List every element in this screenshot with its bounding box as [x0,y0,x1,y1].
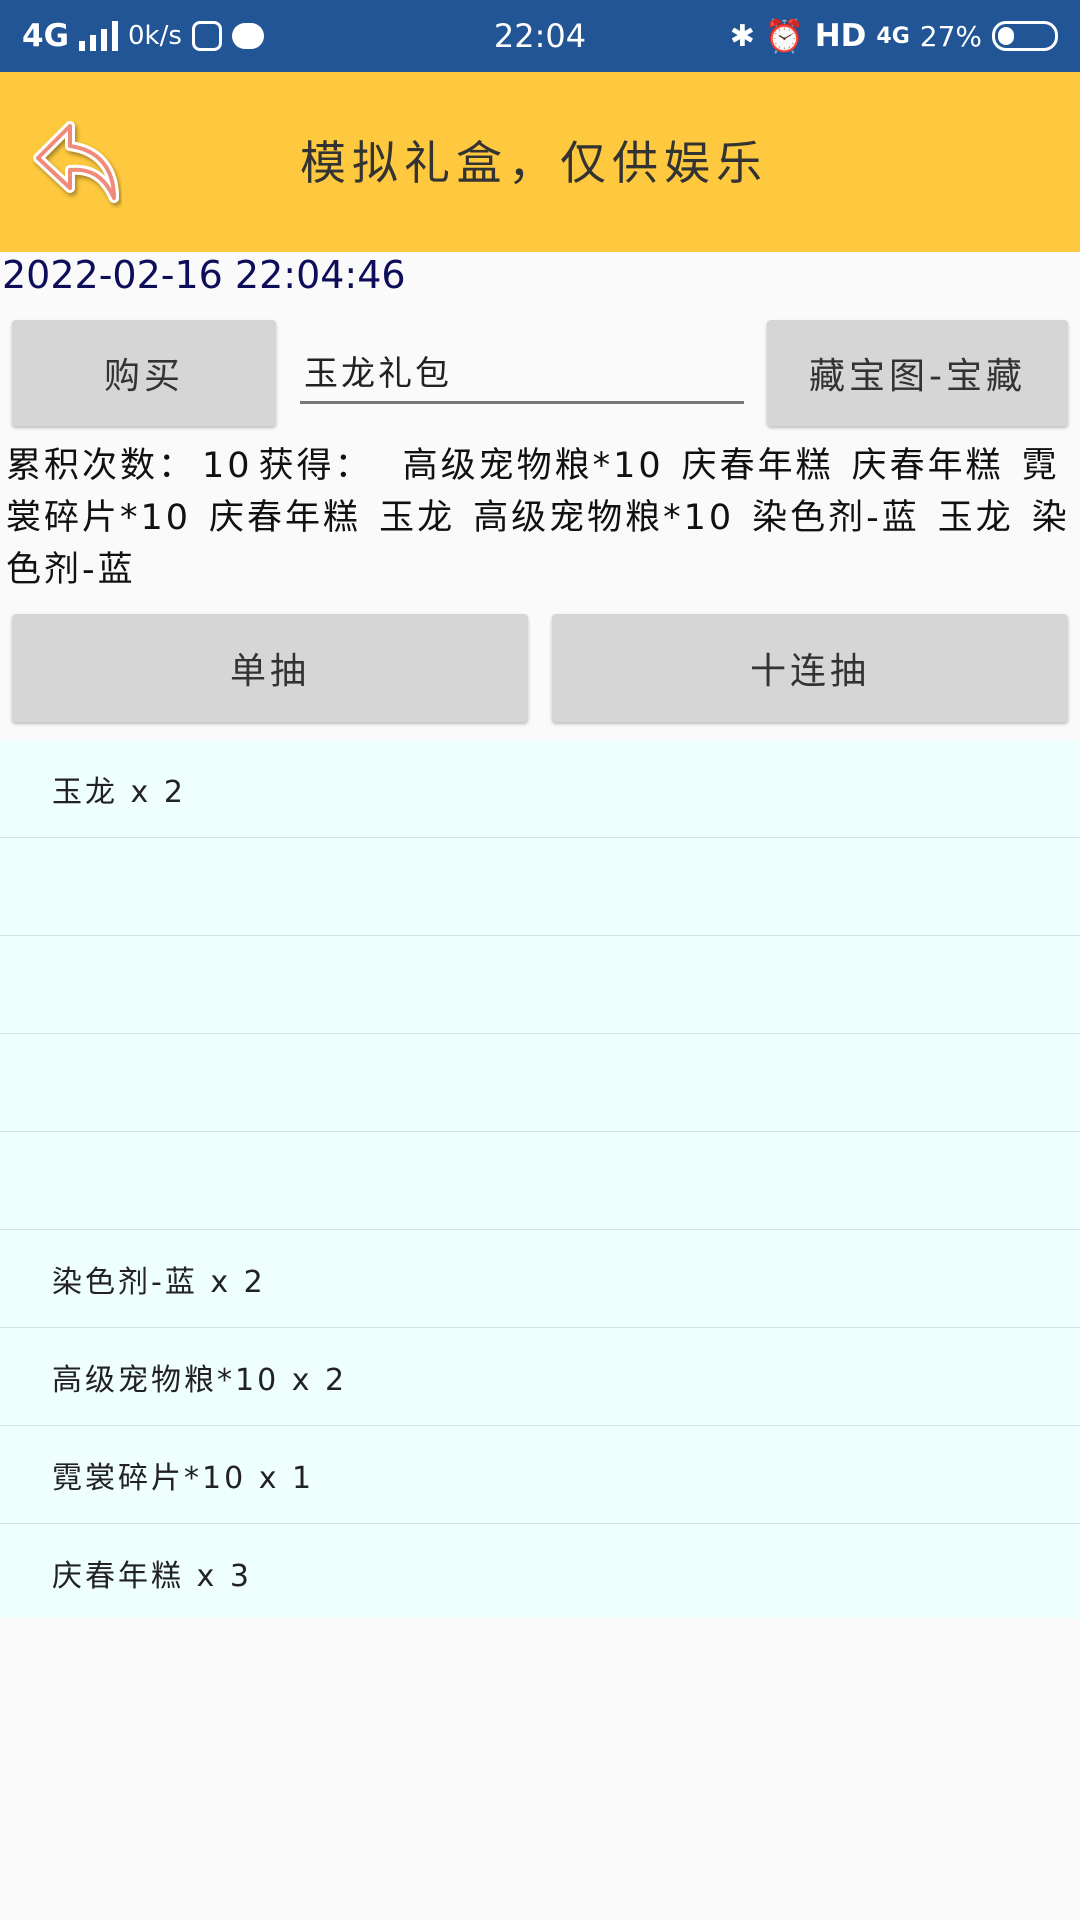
network-speed: 0k/s [128,21,182,51]
app-notification-icon [191,21,222,51]
gift-name-input[interactable] [300,340,744,404]
network-type-right: 4G [876,23,910,49]
current-datetime: 2022-02-16 22:04:46 [2,253,406,297]
count-label: 累积次数： [6,446,197,486]
obtained-item: 庆春年糕 [209,498,362,538]
obtained-label: 获得： [258,446,373,486]
page-title: 模拟礼盒，仅供娱乐 [300,136,768,190]
battery-icon [992,21,1058,51]
status-bar: 4G 0k/s 22:04 ✱ ⏰ HD 4G 27% [0,0,1080,72]
list-item[interactable] [0,1034,1080,1132]
list-item[interactable]: 庆春年糕 x 3 [0,1524,1080,1621]
battery-percent: 27% [919,19,982,53]
gift-input-wrap [300,340,744,404]
back-arrow-icon [33,121,119,203]
signal-icon [79,21,119,51]
list-item[interactable] [0,936,1080,1034]
list-item[interactable] [0,1132,1080,1230]
message-icon [231,23,264,49]
obtained-item: 高级宠物粮*10 [473,498,735,538]
results-list: 玉龙 x 2 染色剂-蓝 x 2 高级宠物粮*10 x 2 霓裳碎片*10 x … [0,740,1080,1618]
treasure-map-button[interactable]: 藏宝图-宝藏 [767,320,1068,426]
list-item[interactable]: 染色剂-蓝 x 2 [0,1230,1080,1328]
back-button[interactable] [26,112,126,212]
obtained-item: 染色剂-蓝 [752,498,920,538]
hd-indicator: HD [814,18,867,54]
obtained-item: 玉龙 [379,498,456,538]
status-left: 4G 0k/s [22,18,442,54]
obtained-item: 玉龙 [937,498,1014,538]
obtained-item: 高级宠物粮*10 [402,446,664,486]
single-draw-button[interactable]: 单抽 [12,614,528,722]
obtained-item: 庆春年糕 [851,446,1004,486]
draw-summary: 累积次数： 10 获得： 高级宠物粮*10 庆春年糕 庆春年糕 霓裳碎片*10 庆春年糕 玉龙高… [6,440,1074,596]
ten-draw-button[interactable]: 十连抽 [552,614,1068,722]
obtained-item: 庆春年糕 [681,446,834,486]
count-value: 10 [202,446,253,486]
list-item[interactable]: 高级宠物粮*10 x 2 [0,1328,1080,1426]
list-item[interactable]: 霓裳碎片*10 x 1 [0,1426,1080,1524]
list-item[interactable] [0,838,1080,936]
list-item[interactable]: 玉龙 x 2 [0,740,1080,838]
header-bar: 模拟礼盒，仅供娱乐 [0,72,1080,252]
alarm-icon: ⏰ [764,17,805,55]
bluetooth-icon: ✱ [729,18,755,54]
network-type: 4G [22,18,70,54]
buy-button[interactable]: 购买 [12,320,276,426]
status-right: ✱ ⏰ HD 4G 27% [638,17,1058,55]
clock: 22:04 [493,17,587,55]
